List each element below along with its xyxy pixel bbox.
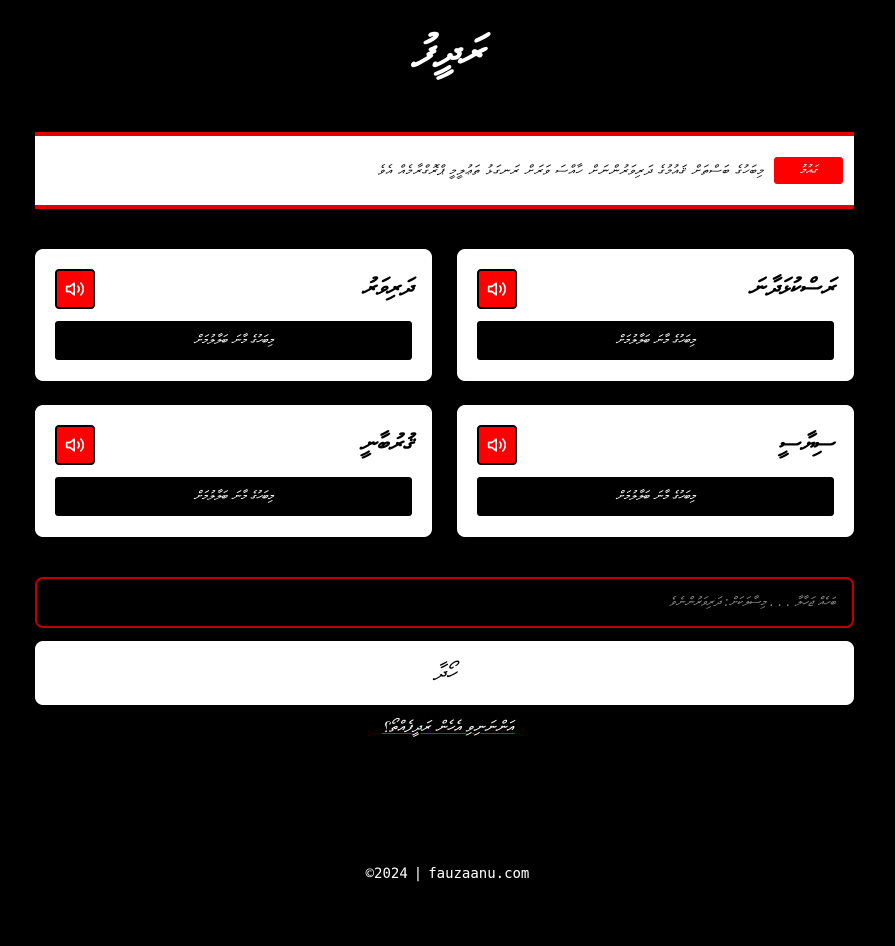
word-card: ރަސްކުޅަދާނަ މިބަހުގެ މާނަ ބަލާލުމަށް [457,249,854,381]
word-card: ސިޔާސީ މިބަހުގެ މާނަ ބަލާލުމަށް [457,405,854,537]
speaker-icon [487,438,507,452]
banner-text: މިބަހުގެ ބަސްތަށް ޤައުމުގެ ދަރިވަރުންނަށ… [377,162,764,179]
word-card: ދަރިވަރު މިބަހުގެ މާނަ ބަލާލުމަށް [35,249,432,381]
play-audio-button[interactable] [477,425,517,465]
speaker-icon [65,438,85,452]
banner-badge: ގައުމު [774,157,843,184]
word-card-title: ރަސްކުޅަދާނަ [747,273,834,301]
view-meaning-button[interactable]: މިބަހުގެ މާނަ ބަލާލުމަށް [55,477,412,516]
view-meaning-button[interactable]: މިބަހުގެ މާނަ ބަލާލުމަށް [55,321,412,360]
word-card-title: ދަރިވަރު [361,273,412,301]
search-input[interactable] [37,579,852,626]
page-title: ރަދީފު [411,26,484,77]
word-card-title: ޤުރުބާނީ [359,429,412,457]
play-audio-button[interactable] [55,425,95,465]
announcement-banner: ގައުމު މިބަހުގެ ބަސްތަށް ޤައުމުގެ ދަރިވަ… [35,132,854,209]
footer-separator: | [413,866,423,882]
play-audio-button[interactable] [55,269,95,309]
copyright-text: ©2024 [365,866,408,882]
word-card-title: ސިޔާސީ [778,429,834,457]
word-card: ޤުރުބާނީ މިބަހުގެ މާނަ ބަލާލުމަށް [35,405,432,537]
page: ރަދީފު ގައުމު މިބަހުގެ ބަސްތަށް ޤައުމުގެ… [0,0,895,946]
speaker-icon [487,282,507,296]
view-meaning-button[interactable]: މިބަހުގެ މާނަ ބަލާލުމަށް [477,321,834,360]
footer-site-link[interactable]: fauzaanu.com [428,866,529,882]
speaker-icon [65,282,85,296]
play-audio-button[interactable] [477,269,517,309]
search-field-container [35,577,854,628]
other-radheef-link[interactable]: އަންނަނިވި އެހެން ރަދީފެއްތޯ؟ [382,717,513,736]
help-link-container: އަންނަނިވި އެހެން ރަދީފެއްތޯ؟ [0,717,895,737]
footer: ©2024 | fauzaanu.com [0,866,895,882]
search-button[interactable]: ހޯދާ [35,641,854,705]
view-meaning-button[interactable]: މިބަހުގެ މާނަ ބަލާލުމަށް [477,477,834,516]
